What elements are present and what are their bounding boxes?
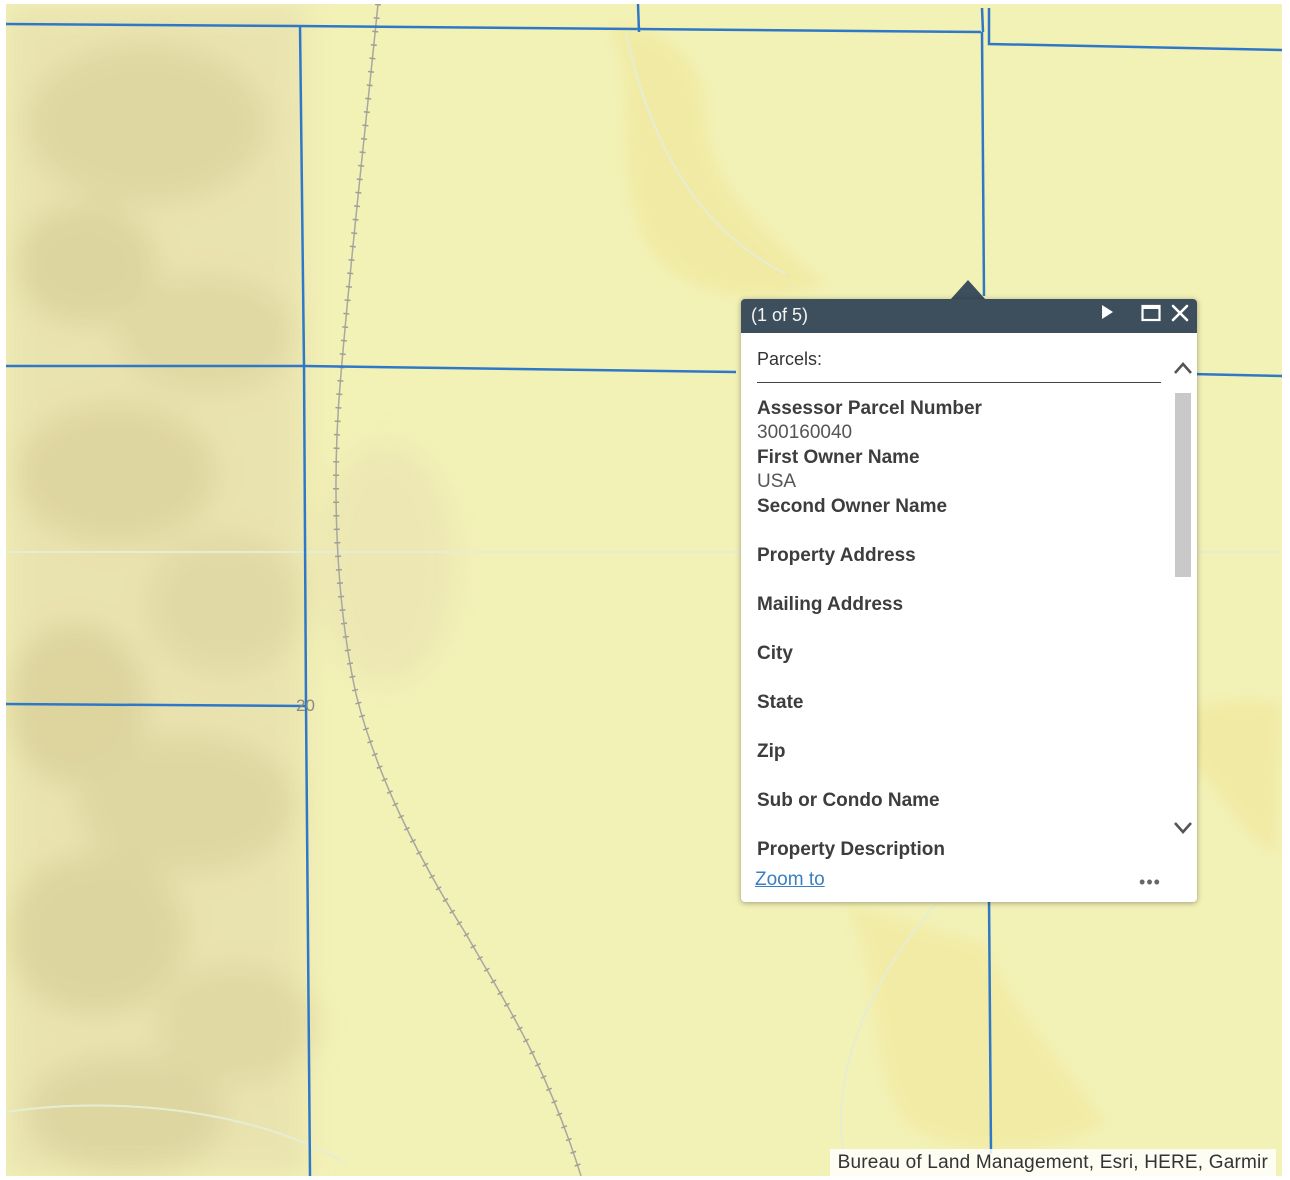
feature-count: (1 of 5) bbox=[751, 305, 809, 325]
more-actions-button[interactable]: ••• bbox=[1133, 871, 1167, 893]
zoom-to-link[interactable]: Zoom to bbox=[755, 869, 825, 891]
field-apn: Assessor Parcel Number 300160040 bbox=[757, 396, 1161, 445]
field-sub-condo: Sub or Condo Name bbox=[757, 788, 1161, 837]
field-value bbox=[757, 617, 1161, 641]
field-value: USA bbox=[757, 471, 797, 492]
chevron-up-icon[interactable] bbox=[1173, 361, 1195, 383]
field-label: Second Owner Name bbox=[757, 496, 948, 517]
popup-scrollbar[interactable] bbox=[1171, 355, 1195, 865]
field-label: State bbox=[757, 692, 804, 713]
attribute-list: Assessor Parcel Number 300160040 First O… bbox=[757, 396, 1161, 863]
field-label: Mailing Address bbox=[757, 594, 904, 615]
close-icon[interactable] bbox=[1171, 304, 1195, 328]
field-value: 300160040 bbox=[757, 422, 853, 443]
field-value bbox=[757, 519, 1161, 543]
map-frame: 20 Bureau of Land Management, Esri, HERE… bbox=[0, 0, 1290, 1180]
map-attribution: Bureau of Land Management, Esri, HERE, G… bbox=[829, 1149, 1276, 1176]
title-divider bbox=[757, 382, 1161, 383]
popup-actions: Zoom to ••• bbox=[741, 867, 1197, 902]
popup-content[interactable]: Parcels: Assessor Parcel Number 30016004… bbox=[741, 333, 1169, 863]
field-label: Zip bbox=[757, 741, 786, 762]
layer-title: Parcels: bbox=[757, 349, 823, 369]
field-city: City bbox=[757, 641, 1161, 690]
field-label: First Owner Name bbox=[757, 447, 920, 468]
field-label: Property Description bbox=[757, 839, 945, 860]
field-mailing-address: Mailing Address bbox=[757, 592, 1161, 641]
field-value bbox=[757, 666, 1161, 690]
map-view[interactable]: 20 Bureau of Land Management, Esri, HERE… bbox=[6, 4, 1282, 1176]
field-value bbox=[757, 862, 1161, 863]
field-first-owner: First Owner Name USA bbox=[757, 445, 1161, 494]
field-value bbox=[757, 764, 1161, 788]
field-label: Property Address bbox=[757, 545, 916, 566]
field-label: Sub or Condo Name bbox=[757, 790, 940, 811]
field-label: City bbox=[757, 643, 793, 664]
field-state: State bbox=[757, 690, 1161, 739]
popup-pointer bbox=[950, 280, 986, 300]
field-value bbox=[757, 715, 1161, 739]
field-value bbox=[757, 568, 1161, 592]
field-second-owner: Second Owner Name bbox=[757, 494, 1161, 543]
scrollbar-thumb[interactable] bbox=[1175, 393, 1191, 577]
field-label: Assessor Parcel Number bbox=[757, 398, 982, 419]
field-value bbox=[757, 813, 1161, 837]
popup-header: (1 of 5) bbox=[741, 299, 1197, 333]
parcel-popup: (1 of 5) Parcels: Assessor Parcel Number bbox=[741, 299, 1197, 902]
field-zip: Zip bbox=[757, 739, 1161, 788]
field-property-address: Property Address bbox=[757, 543, 1161, 592]
maximize-icon[interactable] bbox=[1141, 304, 1165, 328]
chevron-down-icon[interactable] bbox=[1173, 821, 1195, 843]
play-icon[interactable] bbox=[1100, 304, 1124, 328]
field-property-description: Property Description bbox=[757, 837, 1161, 863]
section-number-label: 20 bbox=[296, 696, 315, 715]
